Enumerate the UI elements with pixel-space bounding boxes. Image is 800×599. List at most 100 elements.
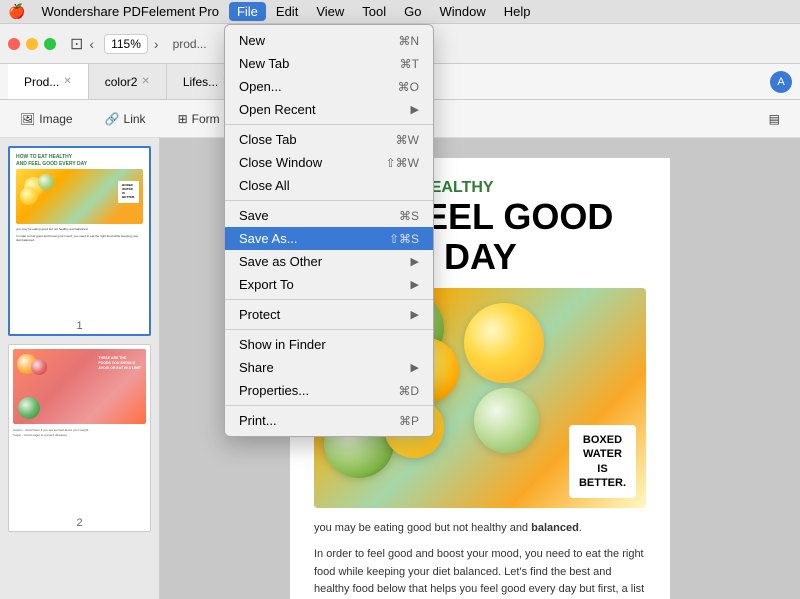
- menu-new-tab-label: New Tab: [239, 56, 400, 71]
- separator-2: [225, 200, 433, 201]
- thumb-2-preview: THESE ARE THEFOODS YOU SHOULDAVOID OR EA…: [9, 345, 150, 515]
- filename-label: prod...: [173, 37, 207, 51]
- form-icon: ⊞: [178, 112, 188, 126]
- menu-close-tab-shortcut: ⌘W: [396, 133, 419, 147]
- thumb-1-num: 1: [10, 318, 149, 334]
- menu-show-in-finder[interactable]: Show in Finder: [225, 333, 433, 356]
- boxed-water-label: BOXEDWATERISBETTER.: [569, 425, 636, 498]
- menu-export-to-arrow: ▶: [411, 278, 419, 291]
- body-para-2: In order to feel good and boost your moo…: [314, 546, 646, 599]
- menu-save[interactable]: Save ⌘S: [225, 204, 433, 227]
- menu-close-all-label: Close All: [239, 178, 419, 193]
- menu-export-to[interactable]: Export To ▶: [225, 273, 433, 296]
- menu-protect[interactable]: Protect ▶: [225, 303, 433, 326]
- menu-properties[interactable]: Properties... ⌘D: [225, 379, 433, 402]
- link-icon: 🔗: [105, 112, 120, 126]
- menu-save-as-shortcut: ⇧⌘S: [389, 232, 419, 246]
- menu-open-recent-arrow: ▶: [411, 103, 419, 116]
- menu-close-tab-label: Close Tab: [239, 132, 396, 147]
- image-icon: 🖼: [20, 112, 35, 126]
- menubar-file[interactable]: File: [229, 2, 266, 21]
- form-tool-label: Form: [192, 112, 220, 126]
- separator-1: [225, 124, 433, 125]
- menu-export-to-label: Export To: [239, 277, 411, 292]
- menu-new-tab[interactable]: New Tab ⌘T: [225, 52, 433, 75]
- menu-close-tab[interactable]: Close Tab ⌘W: [225, 128, 433, 151]
- menu-new-shortcut: ⌘N: [398, 34, 419, 48]
- menu-share-label: Share: [239, 360, 411, 375]
- menubar: 🍎 Wondershare PDFelement Pro File Edit V…: [0, 0, 800, 24]
- page-thumb-1[interactable]: HOW TO EAT HEALTHYAND FEEL GOOD EVERY DA…: [8, 146, 151, 336]
- panel-icon: ▤: [769, 112, 780, 126]
- zoom-level[interactable]: 115%: [104, 34, 148, 54]
- menu-save-as-other-label: Save as Other: [239, 254, 411, 269]
- thumb-1-preview: HOW TO EAT HEALTHYAND FEEL GOOD EVERY DA…: [10, 148, 149, 318]
- menu-print-shortcut: ⌘P: [399, 414, 419, 428]
- image-tool-button[interactable]: 🖼 Image: [12, 108, 81, 130]
- menubar-app-name: Wondershare PDFelement Pro: [33, 2, 227, 21]
- menu-new-label: New: [239, 33, 398, 48]
- tab-color2-close[interactable]: ✕: [141, 76, 149, 87]
- menubar-window[interactable]: Window: [431, 2, 493, 21]
- tab-color2-label: color2: [105, 75, 138, 89]
- separator-5: [225, 405, 433, 406]
- menu-show-in-finder-label: Show in Finder: [239, 337, 419, 352]
- menu-properties-label: Properties...: [239, 383, 398, 398]
- menu-close-window[interactable]: Close Window ⇧⌘W: [225, 151, 433, 174]
- menubar-help[interactable]: Help: [496, 2, 539, 21]
- body-para-1: you may be eating good but not healthy a…: [314, 520, 646, 538]
- tab-prod[interactable]: Prod... ✕: [8, 64, 89, 99]
- menu-open-recent[interactable]: Open Recent ▶: [225, 98, 433, 121]
- file-menu[interactable]: New ⌘N New Tab ⌘T Open... ⌘O Open Recent…: [224, 24, 434, 437]
- menu-new-tab-shortcut: ⌘T: [400, 57, 419, 71]
- form-tool-button[interactable]: ⊞ Form: [170, 108, 228, 130]
- menu-save-label: Save: [239, 208, 399, 223]
- thumb-2-num: 2: [9, 515, 150, 531]
- menu-open-recent-label: Open Recent: [239, 102, 411, 117]
- link-tool-label: Link: [124, 112, 146, 126]
- tab-prod-close[interactable]: ✕: [63, 76, 71, 87]
- menu-print[interactable]: Print... ⌘P: [225, 409, 433, 432]
- menu-print-label: Print...: [239, 413, 399, 428]
- panel-toggle-button[interactable]: ▤: [761, 108, 788, 130]
- menu-protect-label: Protect: [239, 307, 411, 322]
- minimize-button[interactable]: [26, 38, 38, 50]
- menu-save-shortcut: ⌘S: [399, 209, 419, 223]
- menu-close-window-shortcut: ⇧⌘W: [386, 156, 419, 170]
- traffic-lights: [8, 38, 56, 50]
- menu-close-window-label: Close Window: [239, 155, 386, 170]
- maximize-button[interactable]: [44, 38, 56, 50]
- menu-close-all[interactable]: Close All: [225, 174, 433, 197]
- forward-icon[interactable]: ›: [154, 36, 159, 52]
- tab-prod-label: Prod...: [24, 75, 59, 89]
- menu-protect-arrow: ▶: [411, 308, 419, 321]
- menu-save-as-other[interactable]: Save as Other ▶: [225, 250, 433, 273]
- menubar-view[interactable]: View: [308, 2, 352, 21]
- menu-save-as[interactable]: Save As... ⇧⌘S: [225, 227, 433, 250]
- close-button[interactable]: [8, 38, 20, 50]
- menu-share-arrow: ▶: [411, 361, 419, 374]
- tab-color2[interactable]: color2 ✕: [89, 64, 167, 99]
- menubar-edit[interactable]: Edit: [268, 2, 306, 21]
- menu-open[interactable]: Open... ⌘O: [225, 75, 433, 98]
- menu-save-as-label: Save As...: [239, 231, 389, 246]
- tab-lifes-label: Lifes...: [183, 75, 218, 89]
- menu-new[interactable]: New ⌘N: [225, 29, 433, 52]
- separator-3: [225, 299, 433, 300]
- menu-open-label: Open...: [239, 79, 398, 94]
- back-icon[interactable]: ‹: [89, 36, 94, 52]
- sidebar-toggle[interactable]: ⊡: [70, 34, 83, 54]
- menu-open-shortcut: ⌘O: [398, 80, 419, 94]
- link-tool-button[interactable]: 🔗 Link: [97, 108, 154, 130]
- page-body: you may be eating good but not healthy a…: [314, 520, 646, 599]
- menu-save-as-other-arrow: ▶: [411, 255, 419, 268]
- menubar-tool[interactable]: Tool: [354, 2, 394, 21]
- apple-icon[interactable]: 🍎: [8, 3, 25, 20]
- avatar[interactable]: A: [770, 71, 792, 93]
- image-tool-label: Image: [39, 112, 72, 126]
- page-sidebar: HOW TO EAT HEALTHYAND FEEL GOOD EVERY DA…: [0, 138, 160, 599]
- menu-properties-shortcut: ⌘D: [398, 384, 419, 398]
- menu-share[interactable]: Share ▶: [225, 356, 433, 379]
- menubar-go[interactable]: Go: [396, 2, 429, 21]
- page-thumb-2[interactable]: THESE ARE THEFOODS YOU SHOULDAVOID OR EA…: [8, 344, 151, 532]
